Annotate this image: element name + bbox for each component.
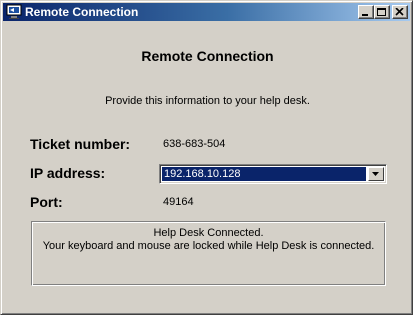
remote-connection-window: Remote Connection Remote Connection Prov… (0, 0, 413, 315)
port-value: 49164 (163, 196, 194, 208)
close-icon (395, 8, 404, 16)
title-bar[interactable]: Remote Connection (3, 3, 410, 21)
ticket-number-label: Ticket number: (30, 136, 131, 152)
ticket-number-value: 638-683-504 (163, 138, 226, 150)
instruction-text: Provide this information to your help de… (105, 95, 310, 107)
window-title: Remote Connection (25, 5, 139, 19)
ip-address-label: IP address: (30, 165, 106, 181)
maximize-icon (377, 8, 386, 16)
chevron-down-icon (372, 172, 379, 176)
dialog-heading: Remote Connection (141, 48, 274, 64)
minimize-button[interactable] (358, 5, 374, 19)
status-line-locked: Your keyboard and mouse are locked while… (42, 240, 375, 252)
ip-address-value[interactable]: 192.168.10.128 (162, 167, 366, 181)
ip-dropdown-button[interactable] (368, 167, 384, 181)
status-box: Help Desk Connected. Your keyboard and m… (31, 221, 386, 286)
status-line-connected: Help Desk Connected. (153, 227, 264, 239)
minimize-icon (362, 14, 368, 16)
ip-address-dropdown[interactable]: 192.168.10.128 (159, 164, 387, 184)
remote-connection-icon (6, 4, 22, 20)
close-button[interactable] (392, 5, 408, 19)
port-label: Port: (30, 194, 63, 210)
maximize-button[interactable] (374, 5, 390, 19)
